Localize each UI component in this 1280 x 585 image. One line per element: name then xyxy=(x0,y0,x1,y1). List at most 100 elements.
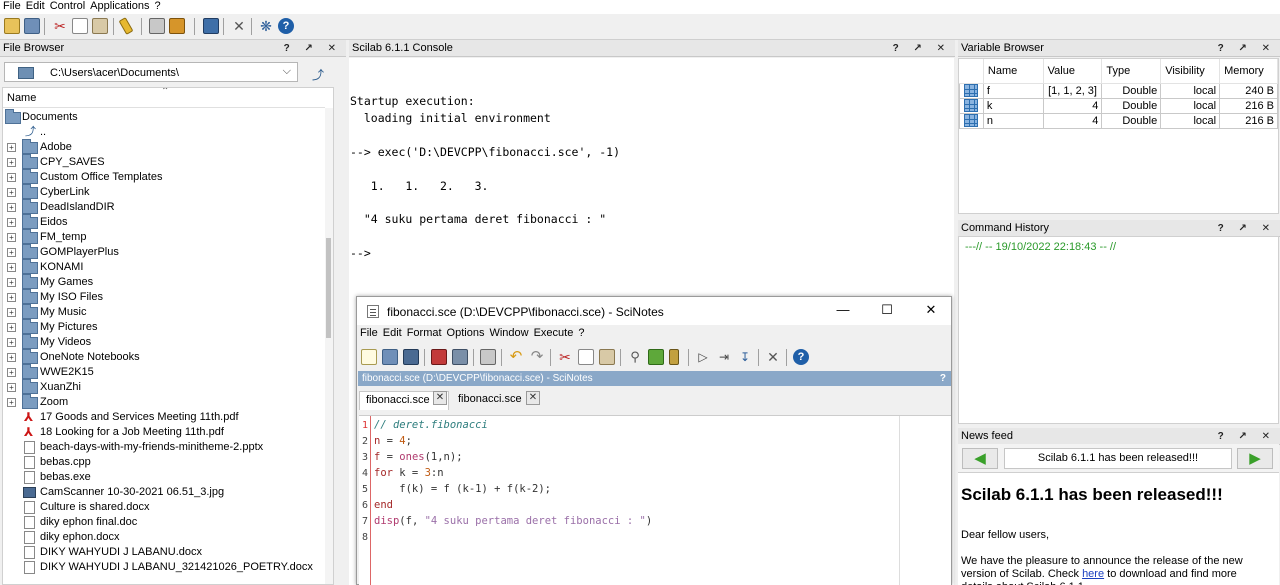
expand-icon[interactable]: + xyxy=(7,143,16,152)
list-item[interactable]: beach-days-with-my-friends-minitheme-2.p… xyxy=(3,440,323,455)
scinotes-titlebar[interactable]: fibonacci.sce (D:\DEVCPP\fibonacci.sce) … xyxy=(357,297,951,325)
list-item[interactable]: CamScanner 10-30-2021 06.51_3.jpg xyxy=(3,485,323,500)
expand-icon[interactable]: + xyxy=(7,383,16,392)
menu-help[interactable]: ? xyxy=(152,0,163,12)
list-item[interactable]: + WWE2K15 xyxy=(3,364,323,380)
parent-directory-icon[interactable]: ⤴ xyxy=(312,66,324,83)
expand-icon[interactable]: + xyxy=(7,293,16,302)
menu-options[interactable]: Options xyxy=(444,327,487,339)
minimize-icon[interactable]: — xyxy=(833,302,853,317)
open-file-icon[interactable] xyxy=(24,18,40,34)
column-header[interactable]: Visibility xyxy=(1160,59,1221,84)
list-item[interactable]: ⅄ 18 Looking for a Job Meeting 11th.pdf xyxy=(3,425,323,440)
list-item[interactable]: + My Music xyxy=(3,304,323,320)
menu-control[interactable]: Control xyxy=(47,0,87,12)
print-icon[interactable] xyxy=(480,349,496,365)
close-tab-icon[interactable]: ✕ xyxy=(433,391,447,405)
list-item[interactable]: + CPY_SAVES xyxy=(3,154,323,170)
panel-controls[interactable]: ? ↗ ✕ xyxy=(284,40,342,57)
column-header[interactable]: Name xyxy=(983,59,1044,84)
code-editor[interactable]: 1 2 3 4 5 6 7 8 // deret.fibonacci n = 4… xyxy=(359,415,951,585)
paste-icon[interactable] xyxy=(599,349,615,365)
expand-icon[interactable]: + xyxy=(7,323,16,332)
panel-controls[interactable]: ? ↗ ✕ xyxy=(1218,40,1276,57)
run-to-cursor-icon[interactable]: ↧ xyxy=(737,349,753,365)
list-item[interactable]: bebas.exe xyxy=(3,470,323,485)
menu-execute[interactable]: Execute xyxy=(531,327,576,339)
console-prompt[interactable]: --> xyxy=(350,246,371,260)
help-icon[interactable]: ? xyxy=(278,18,294,34)
list-item[interactable]: + GOMPlayerPlus xyxy=(3,244,323,260)
expand-icon[interactable]: + xyxy=(7,248,16,257)
list-item[interactable]: diky ephon.docx xyxy=(3,530,323,545)
list-item[interactable]: DIKY WAHYUDI J LABANU.docx xyxy=(3,545,323,560)
undo-icon[interactable]: ↶ xyxy=(508,349,524,365)
list-item[interactable]: + KONAMI xyxy=(3,259,323,275)
path-combobox[interactable]: C:\Users\acer\Documents\ ⌵ xyxy=(4,62,298,82)
table-row[interactable]: n 4 Double local 216 B xyxy=(959,112,1278,129)
scrollbar[interactable] xyxy=(325,108,333,584)
redo-icon[interactable]: ↷ xyxy=(529,349,545,365)
module-manager-icon[interactable]: ❋ xyxy=(258,18,274,34)
history-entry[interactable]: ---// -- 19/10/2022 22:18:43 -- // xyxy=(965,241,1116,253)
list-item[interactable]: + DeadIslandDIR xyxy=(3,199,323,215)
close-tab-icon[interactable]: ✕ xyxy=(526,391,540,405)
copy-icon[interactable] xyxy=(72,18,88,34)
list-item[interactable]: + XuanZhi xyxy=(3,379,323,395)
expand-icon[interactable]: + xyxy=(7,278,16,287)
panel-controls[interactable]: ? ↗ ✕ xyxy=(893,40,951,57)
list-item[interactable]: + My Pictures xyxy=(3,319,323,335)
broom-clear-icon[interactable] xyxy=(118,17,134,35)
list-item[interactable]: + My Videos xyxy=(3,334,323,350)
expand-icon[interactable]: + xyxy=(7,173,16,182)
list-item[interactable]: + My ISO Files xyxy=(3,289,323,305)
expand-icon[interactable]: + xyxy=(7,353,16,362)
expand-icon[interactable]: + xyxy=(7,338,16,347)
expand-icon[interactable]: + xyxy=(7,398,16,407)
list-item[interactable]: + OneNote Notebooks xyxy=(3,349,323,365)
print-icon[interactable] xyxy=(149,18,165,34)
list-item[interactable]: ⤴.. xyxy=(3,125,323,140)
run-icon[interactable]: ▷ xyxy=(695,349,711,365)
maximize-icon[interactable]: ☐ xyxy=(877,302,897,318)
table-row[interactable]: k 4 Double local 216 B xyxy=(959,97,1278,114)
panel-controls[interactable]: ? ↗ ✕ xyxy=(1218,428,1276,445)
menu-window[interactable]: Window xyxy=(486,327,530,339)
execute-file-icon[interactable] xyxy=(648,349,664,365)
download-link[interactable]: here xyxy=(1082,568,1104,580)
menu-file[interactable]: File xyxy=(357,327,380,339)
cut-icon[interactable]: ✂ xyxy=(557,349,573,365)
list-item[interactable]: + Adobe xyxy=(3,139,323,155)
list-item[interactable]: + FM_temp xyxy=(3,229,323,245)
name-column-header[interactable]: Name ⌃ xyxy=(3,88,325,108)
list-item[interactable]: + My Games xyxy=(3,274,323,290)
list-item[interactable]: bebas.cpp xyxy=(3,455,323,470)
applications-icon[interactable] xyxy=(203,18,219,34)
list-item[interactable]: + Eidos xyxy=(3,214,323,230)
tools-icon[interactable]: ✕ xyxy=(231,18,247,34)
list-item[interactable]: diky ephon final.doc xyxy=(3,515,323,530)
expand-icon[interactable]: + xyxy=(7,218,16,227)
scrollbar-thumb[interactable] xyxy=(326,238,331,338)
save-as-icon[interactable] xyxy=(452,349,468,365)
preferences-icon[interactable] xyxy=(169,18,185,34)
expand-icon[interactable]: + xyxy=(7,263,16,272)
previous-arrow-icon[interactable]: ◀ xyxy=(962,448,998,469)
menu-applications[interactable]: Applications xyxy=(87,0,151,12)
expand-icon[interactable]: + xyxy=(7,158,16,167)
column-header[interactable]: Value xyxy=(1043,59,1103,84)
cut-icon[interactable]: ✂ xyxy=(52,18,68,34)
panel-controls[interactable]: ? ↗ ✕ xyxy=(1218,220,1276,237)
new-file-icon[interactable] xyxy=(361,349,377,365)
open-file-icon[interactable] xyxy=(382,349,398,365)
list-item[interactable]: + Zoom xyxy=(3,394,323,410)
tree-root[interactable]: Documents xyxy=(3,109,323,125)
expand-icon[interactable]: + xyxy=(7,203,16,212)
copy-icon[interactable] xyxy=(578,349,594,365)
menu-edit[interactable]: Edit xyxy=(380,327,404,339)
close-icon[interactable]: ✕ xyxy=(921,302,941,318)
expand-icon[interactable]: + xyxy=(7,308,16,317)
table-row[interactable]: f [1, 1, 2, 3] Double local 240 B xyxy=(959,82,1278,99)
list-item[interactable]: Culture is shared.docx xyxy=(3,500,323,515)
search-icon[interactable]: ⚲ xyxy=(627,349,643,365)
